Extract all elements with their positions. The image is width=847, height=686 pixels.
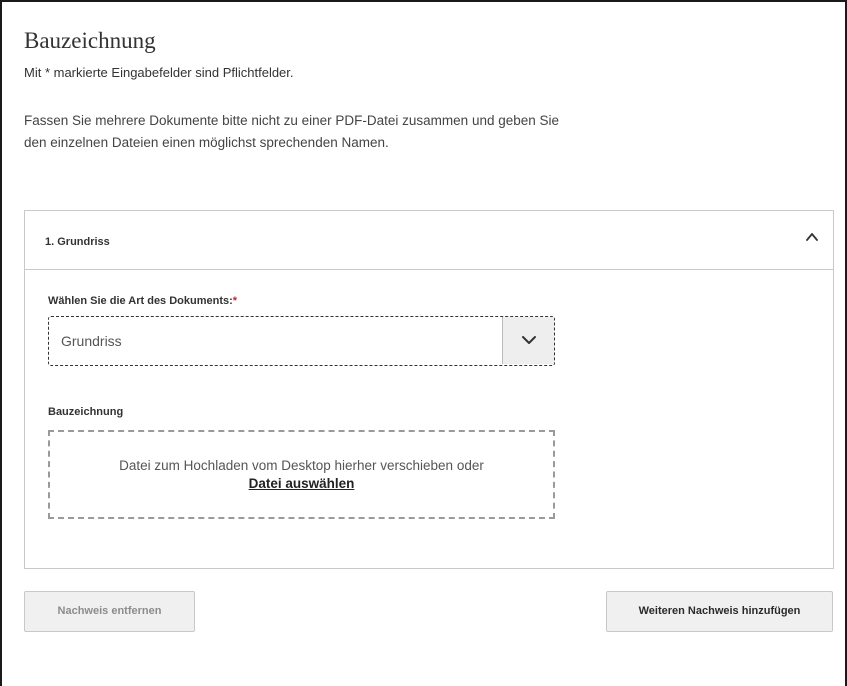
document-type-select[interactable]: Grundriss [48,316,555,366]
choose-file-link[interactable]: Datei auswählen [50,476,553,491]
add-proof-button[interactable]: Weiteren Nachweis hinzufügen [606,591,833,632]
required-marker: * [232,295,238,307]
document-accordion: 1. Grundriss Wählen Sie die Art des Doku… [24,210,834,569]
dropdown-button[interactable] [502,317,554,364]
required-fields-note: Mit * markierte Eingabefelder sind Pflic… [24,65,294,80]
file-dropzone[interactable]: Datei zum Hochladen vom Desktop hierher … [48,430,555,519]
accordion-header[interactable]: 1. Grundriss [25,211,833,270]
chevron-down-icon [522,336,536,344]
document-type-label: Wählen Sie die Art des Dokuments:* [48,295,237,307]
remove-proof-button[interactable]: Nachweis entfernen [24,591,195,632]
document-type-selected-value: Grundriss [61,333,122,349]
dropzone-text: Datei zum Hochladen vom Desktop hierher … [119,458,484,473]
window-frame: Bauzeichnung Mit * markierte Eingabefeld… [0,0,847,686]
page-title: Bauzeichnung [24,28,156,53]
intro-text: Fassen Sie mehrere Dokumente bitte nicht… [24,113,560,150]
upload-label: Bauzeichnung [48,406,124,418]
accordion-title: 1. Grundriss [45,236,110,248]
document-type-label-text: Wählen Sie die Art des Dokuments: [48,295,233,307]
chevron-up-icon[interactable] [805,230,819,244]
